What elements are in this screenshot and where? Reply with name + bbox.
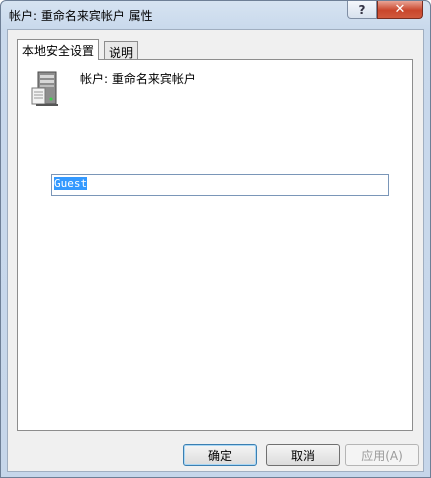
title-bar[interactable]: 帐户: 重命名来宾帐户 属性 ? ✕ [1, 1, 430, 29]
properties-window: 帐户: 重命名来宾帐户 属性 ? ✕ 本地安全设置 说明 帐户: 重命名来宾帐户… [0, 0, 431, 478]
tab-explain[interactable]: 说明 [104, 41, 139, 61]
server-icon [31, 71, 58, 106]
input-selected-text: Guest [54, 177, 88, 190]
guest-name-input[interactable]: Guest [51, 174, 389, 196]
tab-local-security-setting[interactable]: 本地安全设置 [17, 39, 100, 60]
close-button[interactable]: ✕ [377, 1, 423, 19]
help-button[interactable]: ? [347, 1, 377, 19]
cancel-button[interactable]: 取消 [266, 444, 340, 466]
dialog-body: 本地安全设置 说明 帐户: 重命名来宾帐户 Guest 确定 取消 应用(A) [7, 29, 424, 472]
tab-panel: 帐户: 重命名来宾帐户 Guest [17, 59, 413, 431]
ok-button[interactable]: 确定 [183, 444, 257, 466]
apply-button[interactable]: 应用(A) [345, 444, 419, 466]
window-title: 帐户: 重命名来宾帐户 属性 [9, 9, 153, 23]
account-label: 帐户: 重命名来宾帐户 [80, 72, 196, 86]
